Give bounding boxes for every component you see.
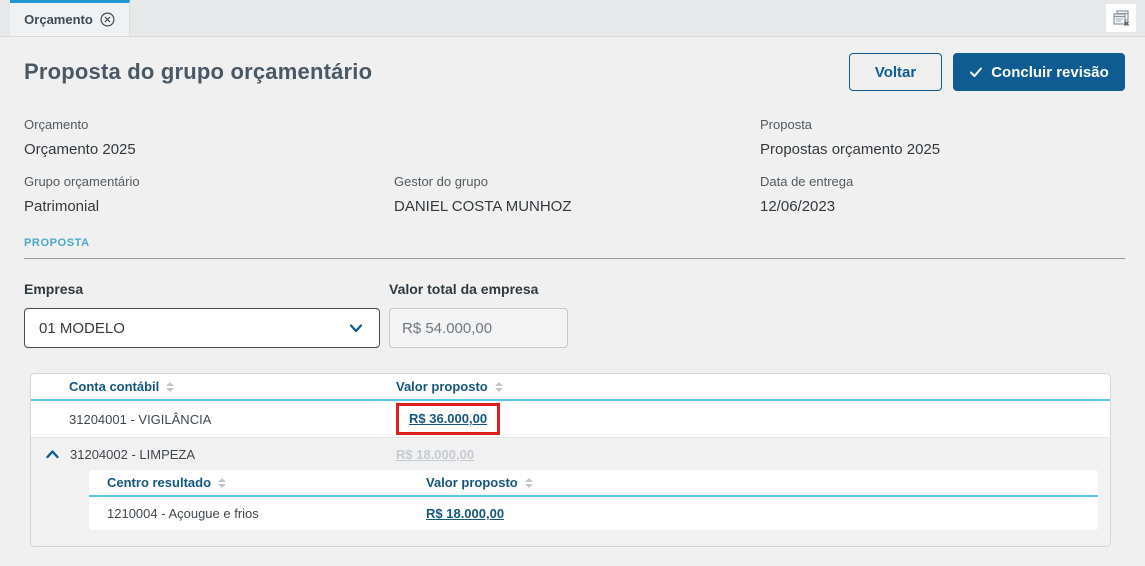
sort-icon[interactable] (494, 381, 503, 392)
field-value: 12/06/2023 (760, 198, 836, 215)
field-grupo-orcamentario: Grupo orçamentário Patrimonial (24, 174, 394, 215)
empresa-select[interactable]: 01 MODELO (24, 308, 380, 348)
centers-table: Centro resultado Valor proposto 1210004 … (89, 470, 1098, 530)
field-value: Propostas orçamento 2025 (760, 141, 941, 158)
column-header-conta-contabil: Conta contábil (31, 379, 396, 394)
close-all-tabs-button[interactable] (1106, 4, 1136, 32)
field-value: Orçamento 2025 (24, 141, 136, 158)
conta-contabil-cell: 31204001 - VIGILÂNCIA (69, 411, 212, 427)
accounts-table: Conta contábil Valor proposto 31204001 -… (30, 373, 1111, 547)
proposal-info: Orçamento Orçamento 2025 Proposta Propos… (24, 117, 1125, 215)
field-proposta: Proposta Propostas orçamento 2025 (760, 117, 1125, 158)
annotation-highlight-box: R$ 36.000,00 (396, 403, 501, 435)
page-title: Proposta do grupo orçamentário (24, 59, 373, 84)
column-header-valor-proposto: Valor proposto (426, 475, 1098, 490)
field-label: Orçamento (24, 117, 89, 132)
check-icon (970, 67, 983, 77)
conta-contabil-cell: 31204002 - LIMPEZA (70, 446, 196, 462)
column-header-label: Valor proposto (426, 475, 518, 490)
field-data-de-entrega: Data de entrega 12/06/2023 (760, 174, 1125, 215)
section-divider (24, 258, 1125, 259)
voltar-button[interactable]: Voltar (849, 53, 942, 91)
valor-proposto-link[interactable]: R$ 36.000,00 (409, 411, 487, 426)
concluir-revisao-button[interactable]: Concluir revisão (953, 53, 1125, 91)
centro-resultado-cell: 1210004 - Açougue e frios (107, 506, 259, 521)
empresa-label: Empresa (24, 281, 84, 297)
column-header-label: Centro resultado (107, 475, 212, 490)
field-label: Grupo orçamentário (24, 174, 140, 189)
centers-table-header: Centro resultado Valor proposto (89, 470, 1098, 497)
valor-total-label: Valor total da empresa (389, 281, 539, 297)
sort-icon[interactable] (166, 381, 175, 392)
expanded-row-limpeza: 31204002 - LIMPEZA R$ 18.000,00 Centro r… (31, 438, 1110, 546)
concluir-revisao-label: Concluir revisão (991, 63, 1109, 81)
chevron-up-icon (46, 449, 59, 458)
tab-bar: Orçamento (0, 0, 1145, 37)
tab-label: Orçamento (24, 12, 93, 27)
sort-icon[interactable] (524, 477, 533, 488)
tab-orcamento[interactable]: Orçamento (10, 0, 130, 36)
column-header-centro-resultado: Centro resultado (89, 475, 426, 490)
column-header-label: Valor proposto (396, 379, 488, 394)
valor-proposto-link[interactable]: R$ 18.000,00 (426, 506, 504, 521)
field-value: DANIEL COSTA MUNHOZ (394, 198, 572, 215)
section-label-proposta: PROPOSTA (24, 237, 90, 249)
field-label: Proposta (760, 117, 813, 132)
field-orcamento: Orçamento Orçamento 2025 (24, 117, 394, 158)
column-header-label: Conta contábil (69, 379, 160, 394)
accounts-table-header: Conta contábil Valor proposto (31, 374, 1110, 401)
field-label: Gestor do grupo (394, 174, 488, 189)
table-row-acougue: 1210004 - Açougue e frios R$ 18.000,00 (89, 497, 1098, 530)
close-tab-icon[interactable] (100, 12, 115, 27)
field-value: Patrimonial (24, 198, 100, 215)
table-row-vigilancia: 31204001 - VIGILÂNCIA R$ 36.000,00 (31, 401, 1110, 438)
collapse-row-button[interactable] (45, 447, 60, 462)
main-content: Proposta do grupo orçamentário Voltar Co… (0, 53, 1145, 547)
column-header-valor-proposto: Valor proposto (396, 379, 1110, 394)
valor-proposto-link-disabled: R$ 18.000,00 (396, 446, 475, 462)
field-label: Data de entrega (760, 174, 854, 189)
field-gestor-do-grupo: Gestor do grupo DANIEL COSTA MUNHOZ (394, 174, 760, 215)
valor-total-input: R$ 54.000,00 (389, 308, 568, 348)
chevron-down-icon (349, 324, 363, 333)
sort-icon[interactable] (218, 477, 227, 488)
empresa-selected-value: 01 MODELO (39, 319, 125, 337)
close-all-tabs-icon (1113, 10, 1130, 27)
